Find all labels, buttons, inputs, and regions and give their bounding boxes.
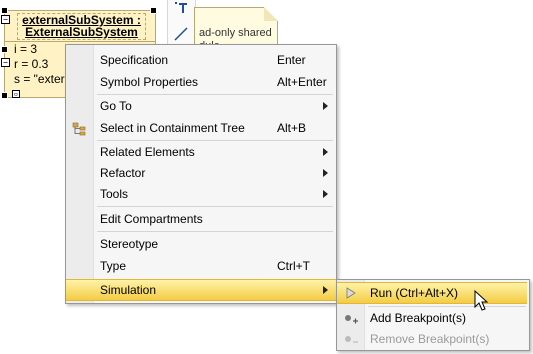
menu-item-run[interactable]: Run (Ctrl+Alt+X) [337,282,527,304]
menu-item-simulation[interactable]: Simulation [66,279,336,301]
menu-item-remove-breakpoints[interactable]: Remove Breakpoint(s) [337,328,527,350]
menu-item-add-breakpoints[interactable]: Add Breakpoint(s) [337,307,527,329]
note-fold [264,7,278,21]
menu-item-edit-compartments[interactable]: Edit Compartments [66,208,336,230]
menu-item-shortcut: Ctrl+T [277,259,310,273]
menu-item-label: Related Elements [100,145,195,159]
mouse-cursor-icon [474,290,489,311]
simulation-submenu: Run (Ctrl+Alt+X) Add Breakpoint(s) Remov… [336,279,530,351]
menu-item-stereotype[interactable]: Stereotype [66,233,336,255]
remove-breakpoint-icon [343,332,359,346]
run-icon [343,286,359,300]
menu-item-shortcut: Alt+B [277,121,307,135]
menu-item-label: Type [100,259,127,273]
menu-item-label: Select in Containment Tree [100,121,245,135]
menu-item-label: Stereotype [100,237,159,251]
menu-item-label: Remove Breakpoint(s) [370,332,490,346]
menu-item-label: Run (Ctrl+Alt+X) [370,286,459,300]
menu-separator [97,231,333,232]
menu-item-related-elements[interactable]: Related Elements [66,141,336,163]
menu-separator [97,206,333,207]
collapse-toggle-icon[interactable]: − [1,15,10,24]
context-menu: Specification Enter Symbol Properties Al… [65,44,337,304]
menu-item-label: Edit Compartments [100,212,203,226]
collapse-toggle-icon[interactable]: − [1,58,10,67]
submenu-arrow-icon [323,286,328,294]
resize-handle-sw[interactable] [1,92,8,99]
note-text-line1: ad-only shared [199,27,272,39]
menu-item-shortcut: Alt+Enter [277,75,327,89]
menu-item-label: Symbol Properties [100,75,199,89]
object-name-line2: ExternalSubSystem [25,25,138,39]
menu-item-select-in-containment-tree[interactable]: Select in Containment Tree Alt+B [66,117,336,139]
resize-handle-w[interactable] [1,46,8,53]
submenu-arrow-icon [323,102,328,110]
menu-item-label: Specification [100,53,169,67]
resize-handle-nw[interactable] [1,7,8,14]
menu-item-symbol-properties[interactable]: Symbol Properties Alt+Enter [66,71,336,93]
text-tool-icon[interactable] [170,0,192,22]
submenu-arrow-icon [323,169,328,177]
submenu-arrow-icon [323,190,328,198]
object-name-compartment[interactable]: externalSubSystem : ExternalSubSystem [17,13,146,40]
resize-handle-ne[interactable] [150,7,157,14]
attribute-i: i = 3 [14,42,38,56]
menu-item-shortcut: Enter [277,53,306,67]
menu-item-label: Add Breakpoint(s) [370,311,467,325]
menu-item-label: Refactor [100,166,146,180]
submenu-arrow-icon [323,148,328,156]
menu-item-refactor[interactable]: Refactor [66,162,336,184]
menu-item-label: Go To [100,99,132,113]
attribute-r: r = 0.3 [14,57,49,71]
add-breakpoint-icon [343,311,359,325]
menu-item-specification[interactable]: Specification Enter [66,49,336,71]
menu-item-tools[interactable]: Tools [66,183,336,205]
menu-item-go-to[interactable]: Go To [66,95,336,117]
attribute-s: s = "exter [14,72,65,86]
menu-item-label: Simulation [100,283,157,297]
expand-icon[interactable]: ▫ [12,90,20,98]
containment-tree-icon [72,121,88,136]
menu-item-type[interactable]: Type Ctrl+T [66,255,336,277]
menu-item-label: Tools [100,187,129,201]
